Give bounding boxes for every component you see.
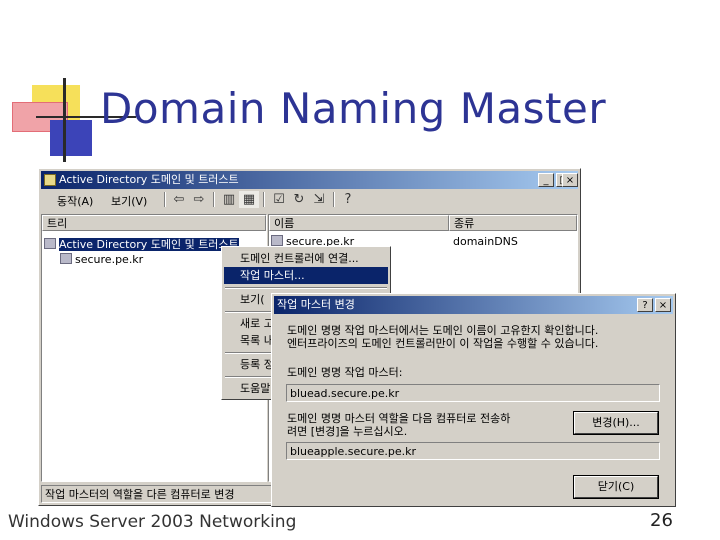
toolbar-separator bbox=[263, 192, 265, 207]
show-tree-icon[interactable]: ▦ bbox=[239, 191, 259, 208]
minimize-button[interactable]: _ bbox=[538, 173, 554, 187]
slide-title: Domain Naming Master bbox=[100, 84, 607, 133]
properties-icon[interactable]: ☑ bbox=[269, 191, 289, 208]
toolbar-separator bbox=[164, 192, 166, 207]
dialog-titlebar[interactable]: 작업 마스터 변경 ? × bbox=[274, 296, 673, 314]
dialog-close-icon[interactable]: × bbox=[655, 298, 671, 312]
domains-icon bbox=[44, 238, 56, 249]
domain-icon bbox=[60, 253, 72, 264]
domain-icon bbox=[271, 235, 283, 246]
menu-action[interactable]: 동작(A) bbox=[57, 193, 93, 209]
tree-item-domain[interactable]: secure.pe.kr bbox=[60, 253, 143, 266]
tree-item-label: secure.pe.kr bbox=[75, 253, 144, 266]
app-icon bbox=[44, 174, 56, 186]
help-button[interactable]: ? bbox=[637, 298, 653, 312]
toolbar-separator bbox=[213, 192, 215, 207]
tree-header[interactable]: 트리 bbox=[42, 215, 266, 231]
menu-view[interactable]: 보기(V) bbox=[111, 193, 147, 209]
window-titlebar[interactable]: Active Directory 도메인 및 트러스트 _ □ × bbox=[41, 171, 578, 189]
forward-icon[interactable]: ⇨ bbox=[189, 191, 209, 208]
change-button[interactable]: 변경(H)... bbox=[573, 411, 659, 435]
help-icon[interactable]: ? bbox=[338, 191, 358, 208]
column-type[interactable]: 종류 bbox=[449, 215, 577, 231]
current-master-field: bluead.secure.pe.kr bbox=[286, 384, 660, 402]
status-bar: 작업 마스터의 역할을 다른 컴퓨터로 변경 bbox=[41, 485, 273, 503]
refresh-icon[interactable]: ↻ bbox=[289, 191, 309, 208]
target-computer-field: blueapple.secure.pe.kr bbox=[286, 442, 660, 460]
tree-item-label: Active Directory 도메인 및 트러스트 bbox=[59, 238, 239, 251]
column-name[interactable]: 이름 bbox=[269, 215, 449, 231]
dialog-intro-line2: 엔터프라이즈의 도메인 컨트롤러만이 이 작업을 수행할 수 있습니다. bbox=[287, 337, 599, 350]
list-row-type: domainDNS bbox=[453, 235, 518, 248]
menu-separator bbox=[225, 287, 387, 289]
export-icon[interactable]: ⇲ bbox=[309, 191, 329, 208]
transfer-text-line2: 려면 [변경]을 누르십시오. bbox=[287, 425, 408, 438]
slide-footer: Windows Server 2003 Networking bbox=[8, 512, 297, 532]
decor-blue-square bbox=[50, 120, 92, 156]
page-number: 26 bbox=[650, 510, 673, 531]
up-icon[interactable]: ▥ bbox=[219, 191, 239, 208]
change-operations-master-dialog: 작업 마스터 변경 ? × 도메인 명명 작업 마스터에서는 도메인 이름이 고… bbox=[271, 293, 676, 507]
menu-item-operations-master[interactable]: 작업 마스터... bbox=[224, 267, 388, 284]
dialog-title: 작업 마스터 변경 bbox=[277, 298, 355, 311]
back-icon[interactable]: ⇦ bbox=[169, 191, 189, 208]
transfer-text-line1: 도메인 명명 마스터 역할을 다음 컴퓨터로 전송하 bbox=[287, 412, 511, 425]
decor-vertical-line bbox=[63, 78, 66, 162]
menu-item-connect-dc[interactable]: 도메인 컨트롤러에 연결... bbox=[224, 250, 388, 267]
window-title: Active Directory 도메인 및 트러스트 bbox=[59, 173, 239, 186]
close-button[interactable]: × bbox=[562, 173, 578, 187]
tree-item-root[interactable]: Active Directory 도메인 및 트러스트 bbox=[44, 236, 239, 252]
close-dialog-button[interactable]: 닫기(C) bbox=[573, 475, 659, 499]
current-master-label: 도메인 명명 작업 마스터: bbox=[287, 366, 403, 379]
dialog-intro-line1: 도메인 명명 작업 마스터에서는 도메인 이름이 고유한지 확인합니다. bbox=[287, 324, 599, 337]
toolbar-separator bbox=[333, 192, 335, 207]
